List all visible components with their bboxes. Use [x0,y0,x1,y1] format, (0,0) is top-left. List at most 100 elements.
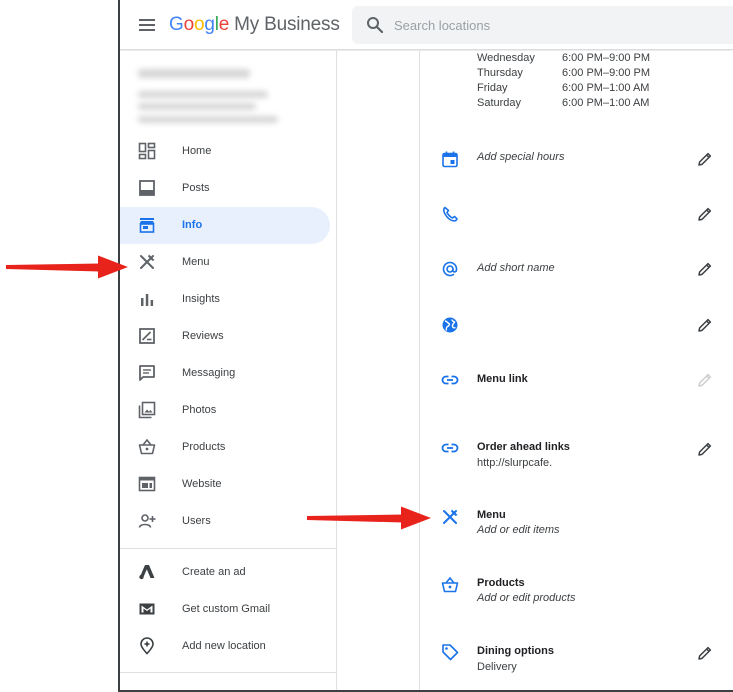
products-title: Products [477,577,525,589]
sidebar-item-label: Photos [182,404,217,416]
edit-pencil-icon[interactable] [697,645,713,661]
sidebar-item-messaging[interactable]: Messaging [120,355,330,392]
order-ahead-url: http://slurpcafe. [477,457,553,469]
hours-row: Friday 6:00 PM–1:00 AM [477,82,649,94]
link-icon [441,443,459,453]
sidebar-item-menu[interactable]: Menu [120,244,330,281]
logo-letter: g [204,14,215,35]
add-user-icon [138,514,156,528]
info-panel: Wednesday 6:00 PM–9:00 PM Thursday 6:00 PM… [421,51,733,690]
posts-icon [139,180,155,196]
top-app-bar: Google My Business [120,0,733,50]
logo-letter: G [169,14,184,35]
sidebar-item-label: Create an ad [182,566,246,578]
fork-knife-icon [443,509,458,524]
sidebar-item-photos[interactable]: Photos [120,392,330,429]
order-ahead-links-row[interactable]: Order ahead links http://slurpcafe. [421,431,733,479]
storefront-icon [139,218,155,233]
google-wordmark: Google [169,14,229,35]
sidebar-item-label: Add new location [182,640,266,652]
hours-day: Saturday [477,97,522,109]
dashboard-icon [138,142,156,160]
sidebar-item-custom-gmail[interactable]: Get custom Gmail [120,591,330,628]
sidebar-item-label: Menu [182,256,210,268]
dining-options-row[interactable]: Dining options Delivery [421,635,733,683]
logo-suffix: My Business [234,14,340,35]
annotation-arrow-info-menu [307,506,431,530]
sidebar-nav: Home Posts Info Menu Insights Reviews Me… [120,51,337,690]
sidebar-item-label: Posts [182,182,210,194]
sidebar-item-label: Users [182,515,211,527]
short-name-row[interactable]: Add short name [421,251,733,291]
edit-pencil-icon[interactable] [697,441,713,457]
reviews-icon [139,328,155,344]
phone-row[interactable] [421,196,733,236]
sidebar-item-products[interactable]: Products [120,429,330,466]
sidebar-item-reviews[interactable]: Reviews [120,318,330,355]
phone-icon [442,206,458,222]
menu-row[interactable]: Menu Add or edit items [421,499,733,547]
hours-row: Thursday 6:00 PM–9:00 PM [477,67,650,79]
add-location-icon [140,637,154,655]
special-hours-row[interactable]: Add special hours [421,141,733,181]
sidebar-item-label: Reviews [182,330,224,342]
search-input[interactable] [394,13,714,37]
menu-subtitle: Add or edit items [477,524,560,536]
bar-chart-icon [141,294,154,306]
hours-time: 6:00 PM–1:00 AM [562,82,650,94]
menu-link-row[interactable]: Menu link [421,363,733,403]
sidebar-item-create-ad[interactable]: Create an ad [120,554,330,591]
hours-day: Thursday [477,67,523,79]
sidebar-divider [120,548,336,549]
order-ahead-title: Order ahead links [477,441,570,453]
hamburger-menu-icon[interactable] [138,16,156,34]
website-row[interactable] [421,308,733,348]
sidebar-item-label: Products [182,441,226,453]
link-icon [441,375,459,385]
website-icon [138,476,156,492]
layout-gutter [338,51,420,690]
edit-pencil-icon[interactable] [697,372,713,388]
sidebar-item-info[interactable]: Info [120,207,330,244]
edit-pencil-icon[interactable] [697,317,713,333]
gmail-icon [139,603,155,615]
search-icon [367,17,384,34]
sidebar-item-website[interactable]: Website [120,466,330,503]
logo-letter: o [193,14,205,35]
hours-time: 6:00 PM–9:00 PM [562,67,651,79]
edit-pencil-icon[interactable] [697,261,713,277]
sidebar-item-label: Website [182,478,222,490]
sidebar-item-home[interactable]: Home [120,133,330,170]
sidebar-item-add-location[interactable]: Add new location [120,628,330,665]
business-name-redacted [136,63,286,129]
special-hours-text: Add special hours [477,151,565,163]
sidebar-divider [120,672,336,673]
hours-day: Wednesday [477,52,535,64]
sidebar-item-users[interactable]: Users [120,503,330,540]
products-subtitle: Add or edit products [477,592,576,604]
sidebar-item-label: Messaging [182,367,236,379]
at-icon [442,261,458,277]
sidebar-item-posts[interactable]: Posts [120,170,330,207]
message-icon [139,365,155,381]
dining-options-value: Delivery [477,661,517,673]
sidebar-item-insights[interactable]: Insights [120,281,330,318]
hours-time: 6:00 PM–9:00 PM [562,52,651,64]
edit-pencil-icon[interactable] [697,206,713,222]
short-name-text: Add short name [477,262,555,274]
menu-link-title: Menu link [477,373,528,385]
products-row[interactable]: Products Add or edit products [421,567,733,615]
tag-icon [442,644,459,661]
hours-row: Saturday 6:00 PM–1:00 AM [477,97,649,109]
calendar-icon [442,151,458,168]
edit-pencil-icon[interactable] [697,151,713,167]
basket-icon [138,438,156,455]
menu-title: Menu [477,509,506,521]
google-my-business-logo[interactable]: Google My Business [169,14,340,36]
search-bar[interactable] [352,6,733,44]
hours-day: Friday [477,82,508,94]
app-window: GoogleMy Business Home [118,0,733,692]
sidebar-item-label: Info [182,219,203,231]
sidebar-item-label: Insights [182,293,220,305]
basket-icon [441,576,459,593]
